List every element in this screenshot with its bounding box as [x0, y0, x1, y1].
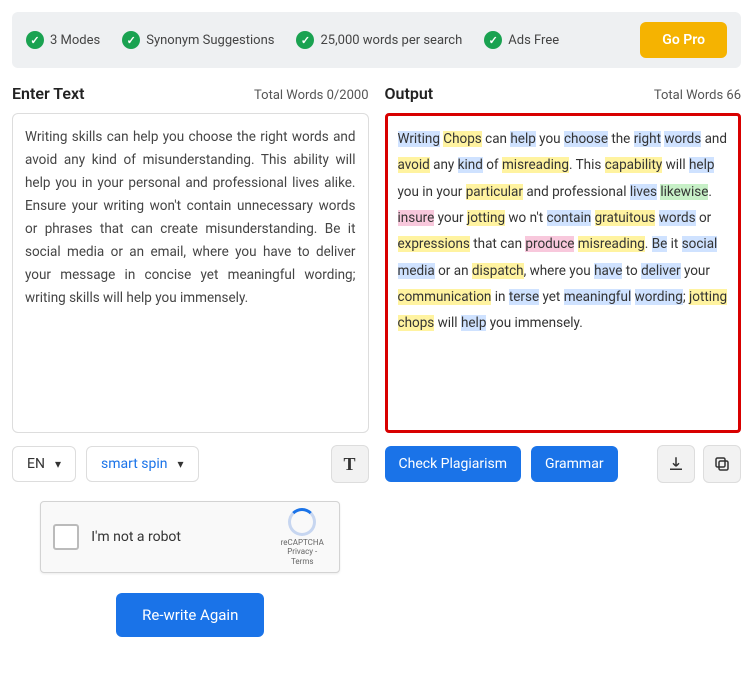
download-icon[interactable]: [657, 445, 695, 483]
mode-select[interactable]: smart spin ▾: [86, 446, 199, 482]
feature-adsfree: ✓ Ads Free: [484, 31, 559, 49]
highlighted-word[interactable]: particular: [466, 184, 523, 200]
chevron-down-icon: ▾: [177, 457, 183, 471]
highlighted-word[interactable]: jotting: [467, 210, 505, 226]
highlighted-word[interactable]: social: [682, 236, 718, 252]
highlighted-word[interactable]: terse: [509, 289, 539, 305]
highlighted-word[interactable]: capability: [605, 157, 663, 173]
highlighted-word[interactable]: words: [659, 210, 696, 226]
check-icon: ✓: [296, 31, 314, 49]
highlighted-word[interactable]: lives: [630, 184, 657, 200]
language-select[interactable]: EN ▾: [12, 446, 76, 482]
highlighted-word[interactable]: Writing: [398, 131, 440, 147]
feature-label: 25,000 words per search: [320, 33, 462, 48]
highlighted-word[interactable]: right: [634, 131, 661, 147]
highlighted-word[interactable]: contain: [547, 210, 592, 226]
feature-bar: ✓ 3 Modes ✓ Synonym Suggestions ✓ 25,000 wo…: [12, 12, 741, 68]
recaptcha-spinner-icon: [288, 508, 316, 536]
go-pro-button[interactable]: Go Pro: [640, 22, 727, 58]
highlighted-word[interactable]: communication: [398, 289, 492, 305]
copy-icon[interactable]: [703, 445, 741, 483]
check-plagiarism-button[interactable]: Check Plagiarism: [385, 446, 522, 482]
recaptcha-legal: Privacy - Terms: [277, 547, 327, 566]
input-title: Enter Text: [12, 84, 84, 103]
recaptcha-brand: reCAPTCHA: [277, 538, 327, 548]
highlighted-word[interactable]: Chops: [443, 131, 481, 147]
highlighted-word[interactable]: choose: [564, 131, 608, 147]
output-column: Output Total Words 66 Writing Chops can …: [385, 84, 742, 637]
highlighted-word[interactable]: avoid: [398, 157, 430, 173]
check-icon: ✓: [26, 31, 44, 49]
recaptcha-widget[interactable]: I'm not a robot reCAPTCHA Privacy - Term…: [40, 501, 340, 573]
highlighted-word[interactable]: likewise: [660, 184, 708, 200]
highlighted-word[interactable]: jotting: [689, 289, 727, 305]
highlighted-word[interactable]: help: [689, 157, 714, 173]
chevron-down-icon: ▾: [55, 457, 61, 471]
highlighted-word[interactable]: insure: [398, 210, 435, 226]
input-column: Enter Text Total Words 0/2000 Writing sk…: [12, 84, 369, 637]
feature-wordlimit: ✓ 25,000 words per search: [296, 31, 462, 49]
recaptcha-checkbox[interactable]: [53, 524, 79, 550]
typography-icon[interactable]: T: [331, 445, 369, 483]
highlighted-word[interactable]: help: [510, 131, 535, 147]
feature-synonyms: ✓ Synonym Suggestions: [122, 31, 274, 49]
highlighted-word[interactable]: gratuitous: [595, 210, 656, 226]
feature-modes: ✓ 3 Modes: [26, 31, 100, 49]
feature-label: 3 Modes: [50, 33, 100, 48]
highlighted-word[interactable]: misreading: [502, 157, 569, 173]
highlighted-word[interactable]: meaningful: [564, 289, 632, 305]
highlighted-word[interactable]: dispatch: [472, 263, 524, 279]
language-value: EN: [27, 456, 45, 472]
rewrite-button[interactable]: Re-write Again: [116, 593, 264, 637]
input-textarea[interactable]: Writing skills can help you choose the r…: [12, 113, 369, 433]
output-word-counter: Total Words 66: [654, 88, 741, 103]
highlighted-word[interactable]: wording: [635, 289, 683, 305]
output-title: Output: [385, 84, 434, 103]
mode-value: smart spin: [101, 456, 167, 472]
highlighted-word[interactable]: media: [398, 263, 435, 279]
highlighted-word[interactable]: misreading: [578, 236, 645, 252]
grammar-button[interactable]: Grammar: [531, 446, 618, 482]
highlighted-word[interactable]: expressions: [398, 236, 470, 252]
highlighted-word[interactable]: help: [461, 315, 486, 331]
recaptcha-label: I'm not a robot: [91, 529, 265, 545]
check-icon: ✓: [122, 31, 140, 49]
highlighted-word[interactable]: chops: [398, 315, 435, 331]
output-text: Writing Chops can help you choose the ri…: [385, 113, 742, 433]
highlighted-word[interactable]: have: [594, 263, 622, 279]
input-word-counter: Total Words 0/2000: [254, 88, 368, 103]
highlighted-word[interactable]: deliver: [641, 263, 681, 279]
highlighted-word[interactable]: kind: [458, 157, 483, 173]
recaptcha-logo: reCAPTCHA Privacy - Terms: [277, 508, 327, 567]
highlighted-word[interactable]: Be: [652, 236, 668, 252]
check-icon: ✓: [484, 31, 502, 49]
feature-label: Ads Free: [508, 33, 559, 48]
highlighted-word[interactable]: produce: [525, 236, 574, 252]
highlighted-word[interactable]: words: [664, 131, 701, 147]
feature-label: Synonym Suggestions: [146, 33, 274, 48]
